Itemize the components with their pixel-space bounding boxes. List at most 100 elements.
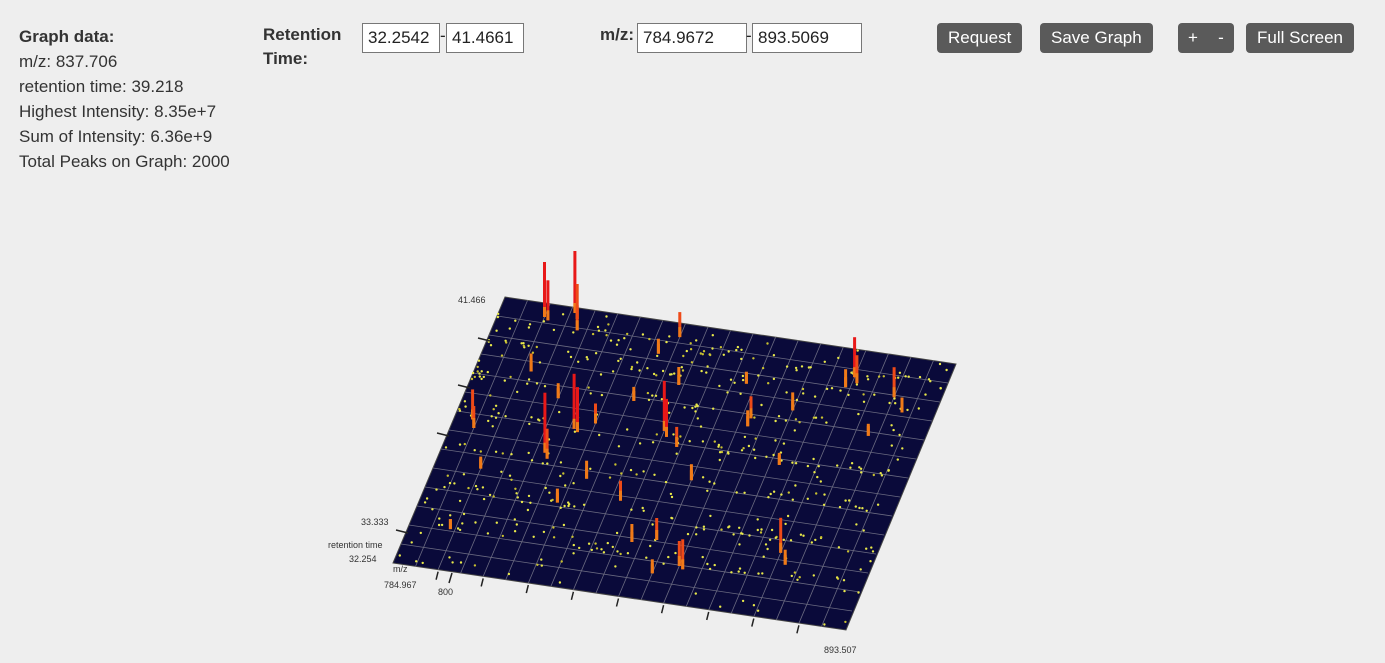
peak-point bbox=[540, 564, 543, 567]
peak-point bbox=[645, 556, 648, 559]
peak-point bbox=[615, 343, 619, 346]
peak-point bbox=[743, 491, 746, 494]
peak-point bbox=[866, 378, 870, 381]
peak-point bbox=[769, 492, 772, 496]
peak-bar-base bbox=[749, 408, 753, 419]
peak-point bbox=[713, 563, 716, 567]
peak-point bbox=[652, 372, 656, 376]
peak-point bbox=[486, 532, 490, 535]
peak-point bbox=[823, 493, 826, 496]
peak-point bbox=[462, 473, 466, 476]
peak-point bbox=[765, 455, 768, 458]
peak-point bbox=[774, 419, 777, 423]
peak-point bbox=[691, 406, 694, 410]
peak-point bbox=[530, 459, 534, 462]
peak-bar-base bbox=[783, 554, 787, 565]
peak-point bbox=[795, 369, 798, 372]
peak-bar-base bbox=[892, 387, 896, 398]
peak-point bbox=[719, 346, 723, 349]
peak-point bbox=[754, 437, 757, 440]
peak-point bbox=[459, 561, 463, 564]
peak-point bbox=[761, 366, 765, 370]
peak-point bbox=[538, 361, 542, 364]
axis-tick bbox=[796, 625, 800, 634]
peak-point bbox=[756, 528, 759, 532]
peak-point bbox=[514, 319, 517, 322]
peak-bar-base bbox=[675, 436, 679, 447]
peak-point bbox=[917, 407, 920, 410]
peak-point bbox=[712, 407, 715, 410]
peak-point bbox=[665, 340, 668, 344]
peak-point bbox=[869, 560, 872, 563]
peak-point bbox=[495, 521, 498, 524]
axis-tick bbox=[448, 572, 453, 584]
peak-point bbox=[760, 403, 763, 407]
spectrum-3d-plot[interactable]: 41.466 33.333 retention time 32.254 m/z … bbox=[0, 0, 1385, 663]
peak-point bbox=[492, 408, 495, 411]
peak-point bbox=[582, 503, 586, 506]
axis-tick bbox=[570, 591, 575, 600]
peak-point bbox=[748, 534, 751, 537]
peak-point bbox=[431, 508, 434, 511]
peak-point bbox=[470, 377, 474, 381]
peak-point bbox=[796, 578, 799, 581]
peak-point bbox=[421, 561, 424, 565]
peak-point bbox=[726, 451, 730, 454]
peak-point bbox=[764, 543, 768, 546]
peak-point bbox=[706, 365, 709, 368]
peak-point bbox=[486, 370, 489, 374]
peak-point bbox=[807, 366, 811, 369]
peak-point bbox=[564, 484, 567, 487]
peak-point bbox=[473, 449, 476, 452]
peak-point bbox=[709, 514, 712, 518]
peak-point bbox=[438, 517, 441, 520]
peak-point bbox=[683, 406, 686, 409]
peak-point bbox=[939, 387, 942, 390]
mz-max-axis-label: 893.507 bbox=[824, 645, 857, 655]
peak-bar-base bbox=[855, 373, 859, 384]
peak-point bbox=[559, 506, 562, 509]
peak-point bbox=[898, 433, 901, 437]
peak-point bbox=[504, 415, 507, 418]
peak-point bbox=[812, 416, 816, 419]
peak-point bbox=[540, 558, 543, 561]
peak-point bbox=[562, 523, 566, 527]
peak-point bbox=[890, 424, 893, 427]
peak-bar-base bbox=[677, 375, 681, 385]
peak-point bbox=[478, 372, 481, 375]
peak-point bbox=[516, 390, 519, 394]
peak-point bbox=[500, 470, 503, 473]
peak-point bbox=[476, 370, 479, 373]
peak-point bbox=[602, 551, 606, 554]
peak-point bbox=[705, 371, 708, 374]
peak-point bbox=[741, 599, 745, 603]
peak-point bbox=[629, 468, 633, 472]
peak-point bbox=[743, 571, 746, 574]
peak-point bbox=[890, 444, 893, 447]
peak-point bbox=[500, 354, 504, 357]
peak-point bbox=[585, 356, 588, 359]
axis-tick bbox=[660, 605, 665, 614]
peak-point bbox=[799, 533, 803, 536]
peak-point bbox=[706, 489, 709, 492]
peak-point bbox=[843, 589, 846, 593]
peak-point bbox=[822, 503, 826, 506]
peak-point bbox=[820, 416, 824, 419]
peak-point bbox=[591, 332, 595, 336]
peak-point bbox=[848, 499, 851, 502]
peak-bar-base bbox=[546, 310, 550, 321]
peak-point bbox=[789, 539, 793, 542]
peak-point bbox=[782, 538, 785, 541]
peak-point bbox=[774, 536, 777, 539]
rt-max-axis-label: 41.466 bbox=[458, 295, 486, 305]
peak-point bbox=[766, 547, 769, 551]
peak-point bbox=[757, 374, 760, 377]
peak-point bbox=[862, 393, 865, 396]
peak-point bbox=[532, 535, 535, 538]
peak-point bbox=[528, 323, 532, 326]
peak-point bbox=[871, 550, 875, 553]
peak-point bbox=[480, 370, 483, 373]
peak-point bbox=[839, 389, 842, 392]
peak-point bbox=[462, 512, 466, 516]
peak-point bbox=[489, 394, 492, 397]
